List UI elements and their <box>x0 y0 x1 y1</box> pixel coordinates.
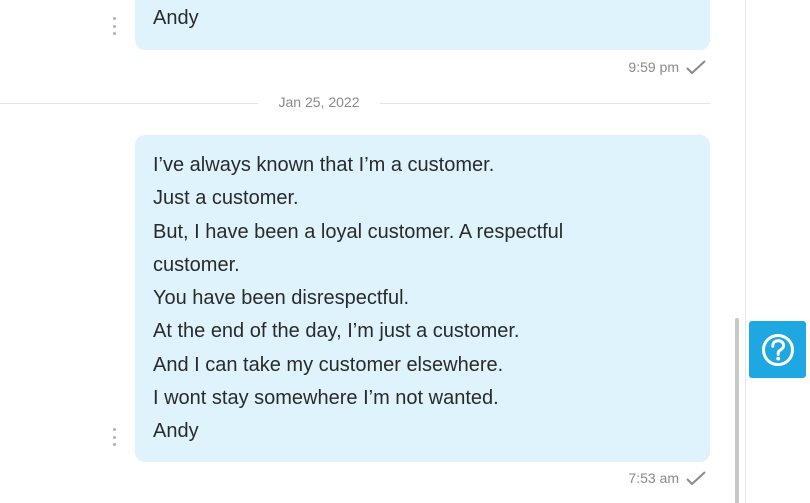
check-icon <box>686 60 706 74</box>
dot-icon <box>112 435 116 439</box>
message-options-button[interactable] <box>110 428 118 446</box>
message-text-line: I wont stay somewhere I’m not wanted. <box>153 387 499 410</box>
help-question-icon <box>761 333 794 366</box>
conversation-panel[interactable]: Andy 9:59 pm Jan 25, 2022 I’ve always kn… <box>0 0 745 503</box>
message-timestamp: 7:53 am <box>628 470 679 486</box>
dot-icon <box>112 24 116 28</box>
scrollbar-thumb[interactable] <box>735 318 739 503</box>
dot-icon <box>112 32 116 35</box>
divider <box>0 103 258 104</box>
message-text-line: And I can take my customer elsewhere. <box>153 353 504 376</box>
dot-icon <box>112 428 116 431</box>
panel-divider <box>745 0 746 503</box>
message-bubble[interactable]: I’ve always known that I’m a customer. J… <box>135 135 710 462</box>
message-text-line: Just a customer. <box>153 187 299 210</box>
dot-icon <box>112 443 116 446</box>
divider <box>380 103 710 104</box>
message-text-line: But, I have been a loyal customer. A res… <box>153 220 564 243</box>
message-text-line: You have been disrespectful. <box>153 287 410 310</box>
help-button[interactable] <box>749 321 806 378</box>
message-timestamp: 9:59 pm <box>628 59 679 75</box>
chat-app: Andy 9:59 pm Jan 25, 2022 I’ve always kn… <box>0 0 810 503</box>
message-text-line: At the end of the day, I’m just a custom… <box>153 320 520 343</box>
message-meta: 9:59 pm <box>628 59 707 75</box>
check-icon <box>686 471 706 485</box>
message-meta: 7:53 am <box>628 470 707 486</box>
message-text-line: I’ve always known that I’m a customer. <box>153 154 495 176</box>
message-text-line: Andy <box>153 7 199 29</box>
date-separator: Jan 25, 2022 <box>0 92 710 114</box>
dot-icon <box>112 17 116 20</box>
message-bubble[interactable]: Andy <box>135 0 710 50</box>
message-text-line: customer. <box>153 253 240 276</box>
message-text-line: Andy <box>153 420 199 443</box>
message-options-button[interactable] <box>110 17 118 35</box>
date-label: Jan 25, 2022 <box>278 94 360 110</box>
